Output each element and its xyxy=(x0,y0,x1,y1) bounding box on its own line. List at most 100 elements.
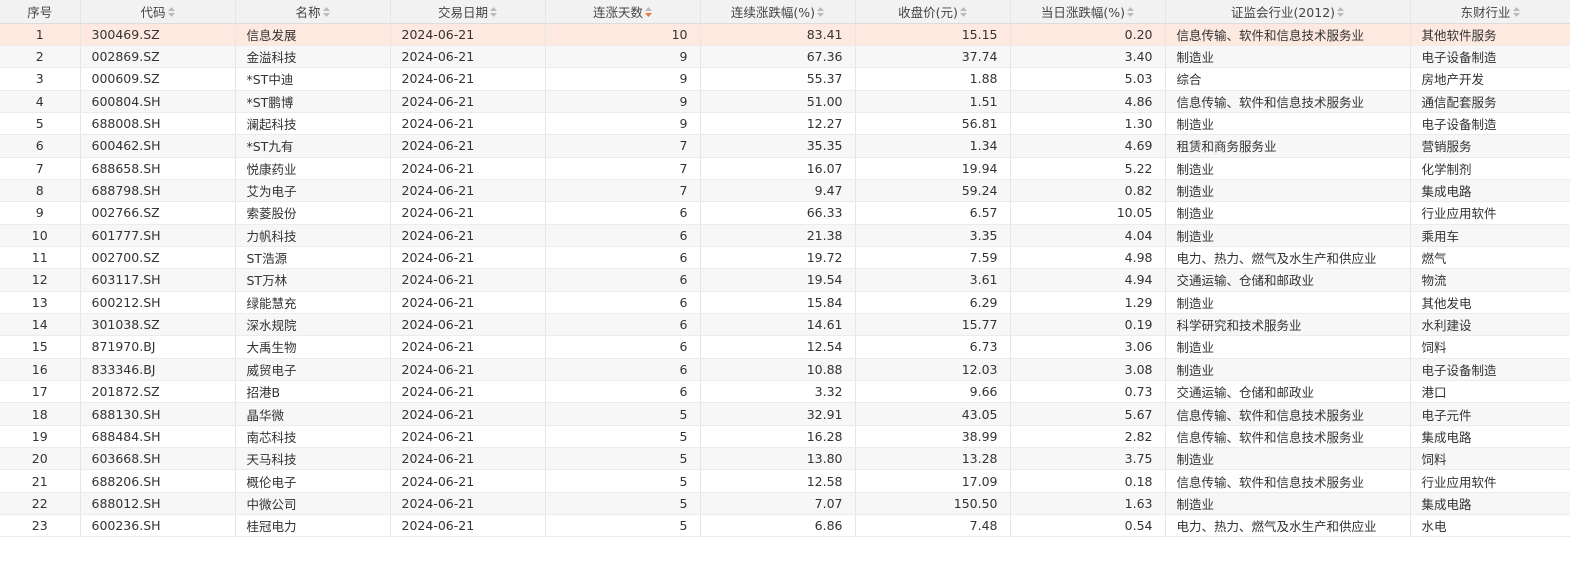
cell-cumulative-change: 9.47 xyxy=(700,179,856,203)
cell-close-price: 37.74 xyxy=(855,45,1011,69)
cell-code: 833346.BJ xyxy=(80,358,236,382)
table-row[interactable]: 16 833346.BJ 威贸电子 2024-06-21 6 10.88 12.03 3.08… xyxy=(0,358,1570,382)
cell-name: 中微公司 xyxy=(235,492,391,516)
cell-csrc-industry: 制造业 xyxy=(1165,112,1411,136)
cell-daily-change: 5.67 xyxy=(1010,402,1166,426)
cell-consecutive-days: 5 xyxy=(545,402,701,426)
cell-csrc-industry: 制造业 xyxy=(1165,335,1411,359)
sort-desc-icon[interactable] xyxy=(645,7,652,18)
cell-csrc-industry: 电力、热力、燃气及水生产和供应业 xyxy=(1165,246,1411,270)
cell-daily-change: 4.98 xyxy=(1010,246,1166,270)
cell-eastmoney-industry: 房地产开发 xyxy=(1410,67,1570,91)
cell-code: 688658.SH xyxy=(80,157,236,180)
cell-daily-change: 0.18 xyxy=(1010,469,1166,493)
cell-name: 南芯科技 xyxy=(235,425,391,449)
cell-cumulative-change: 3.32 xyxy=(700,380,856,404)
cell-index: 22 xyxy=(0,492,81,516)
sort-icon[interactable] xyxy=(1127,7,1135,18)
cell-close-price: 1.51 xyxy=(855,90,1011,113)
cell-index: 17 xyxy=(0,380,81,404)
cell-consecutive-days: 6 xyxy=(545,224,701,247)
cell-eastmoney-industry: 电子设备制造 xyxy=(1410,358,1570,382)
cell-daily-change: 5.22 xyxy=(1010,157,1166,180)
cell-cumulative-change: 14.61 xyxy=(700,313,856,337)
column-header-label: 名称 xyxy=(295,4,321,20)
column-header-consecutive-days[interactable]: 连涨天数 xyxy=(545,0,701,24)
table-row[interactable]: 7 688658.SH 悦康药业 2024-06-21 7 16.07 19.94 5.22 制… xyxy=(0,157,1570,180)
cell-eastmoney-industry: 电子元件 xyxy=(1410,402,1570,426)
cell-close-price: 3.35 xyxy=(855,224,1011,247)
cell-code: 688130.SH xyxy=(80,402,236,426)
column-header-eastmoney-industry[interactable]: 东财行业 xyxy=(1410,0,1570,24)
cell-name: 招港B xyxy=(235,380,391,404)
cell-cumulative-change: 12.58 xyxy=(700,469,856,493)
cell-csrc-industry: 制造业 xyxy=(1165,447,1411,471)
table-row[interactable]: 15 871970.BJ 大禹生物 2024-06-21 6 12.54 6.73 3.06 制… xyxy=(0,335,1570,359)
cell-cumulative-change: 55.37 xyxy=(700,67,856,91)
sort-icon[interactable] xyxy=(1337,7,1345,18)
cell-consecutive-days: 9 xyxy=(545,45,701,69)
sort-icon[interactable] xyxy=(959,7,967,18)
table-row[interactable]: 3 000609.SZ *ST中迪 2024-06-21 9 55.37 1.88 5.03 综… xyxy=(0,67,1570,91)
cell-index: 8 xyxy=(0,179,81,203)
table-row[interactable]: 18 688130.SH 晶华微 2024-06-21 5 32.91 43.05 5.67 信… xyxy=(0,402,1570,426)
cell-eastmoney-industry: 饲料 xyxy=(1410,335,1570,359)
table-row[interactable]: 17 201872.SZ 招港B 2024-06-21 6 3.32 9.66 0.73 交通运… xyxy=(0,380,1570,404)
cell-daily-change: 4.86 xyxy=(1010,90,1166,113)
cell-csrc-industry: 科学研究和技术服务业 xyxy=(1165,313,1411,337)
cell-cumulative-change: 83.41 xyxy=(700,23,856,46)
cell-code: 002766.SZ xyxy=(80,201,236,225)
cell-cumulative-change: 66.33 xyxy=(700,201,856,225)
table-row[interactable]: 8 688798.SH 艾为电子 2024-06-21 7 9.47 59.24 0.82 制造… xyxy=(0,179,1570,203)
column-header-cumulative-change[interactable]: 连续涨跌幅(%) xyxy=(700,0,856,24)
table-row[interactable]: 6 600462.SH *ST九有 2024-06-21 7 35.35 1.34 4.69 租… xyxy=(0,134,1570,158)
cell-name: 澜起科技 xyxy=(235,112,391,136)
cell-cumulative-change: 51.00 xyxy=(700,90,856,113)
table-row[interactable]: 2 002869.SZ 金溢科技 2024-06-21 9 67.36 37.74 3.40 制… xyxy=(0,45,1570,69)
cell-trade-date: 2024-06-21 xyxy=(390,201,546,225)
cell-index: 23 xyxy=(0,514,81,538)
cell-trade-date: 2024-06-21 xyxy=(390,402,546,426)
column-header-name[interactable]: 名称 xyxy=(235,0,391,24)
table-row[interactable]: 14 301038.SZ 深水规院 2024-06-21 6 14.61 15.77 0.19… xyxy=(0,313,1570,337)
column-header-code[interactable]: 代码 xyxy=(80,0,236,24)
table-row[interactable]: 23 600236.SH 桂冠电力 2024-06-21 5 6.86 7.48 0.54 电力… xyxy=(0,514,1570,538)
table-row[interactable]: 10 601777.SH 力帆科技 2024-06-21 6 21.38 3.35 4.04 制… xyxy=(0,224,1570,247)
cell-name: *ST鹏博 xyxy=(235,90,391,113)
cell-csrc-industry: 制造业 xyxy=(1165,358,1411,382)
cell-code: 201872.SZ xyxy=(80,380,236,404)
sort-icon[interactable] xyxy=(490,7,497,18)
cell-close-price: 59.24 xyxy=(855,179,1011,203)
table-row[interactable]: 13 600212.SH 绿能慧充 2024-06-21 6 15.84 6.29 1.29 制… xyxy=(0,291,1570,314)
cell-eastmoney-industry: 其他软件服务 xyxy=(1410,23,1570,46)
sort-icon[interactable] xyxy=(1512,7,1520,18)
table-row[interactable]: 12 603117.SH ST万林 2024-06-21 6 19.54 3.61 4.94 交… xyxy=(0,268,1570,292)
table-row[interactable]: 19 688484.SH 南芯科技 2024-06-21 5 16.28 38.99 2.82… xyxy=(0,425,1570,449)
table-row[interactable]: 11 002700.SZ ST浩源 2024-06-21 6 19.72 7.59 4.98 电… xyxy=(0,246,1570,270)
cell-name: 威贸电子 xyxy=(235,358,391,382)
table-row[interactable]: 9 002766.SZ 索菱股份 2024-06-21 6 66.33 6.57 10.05 制… xyxy=(0,201,1570,225)
column-header-daily-change[interactable]: 当日涨跌幅(%) xyxy=(1010,0,1166,24)
cell-code: 000609.SZ xyxy=(80,67,236,91)
cell-cumulative-change: 15.84 xyxy=(700,291,856,314)
table-row[interactable]: 5 688008.SH 澜起科技 2024-06-21 9 12.27 56.81 1.30 制… xyxy=(0,112,1570,136)
cell-trade-date: 2024-06-21 xyxy=(390,469,546,493)
table-header: 序号 代码 名称 交易日期 连涨天数 连续涨跌幅(%) 收盘价(元) 当日涨跌幅(%) 证监会行… xyxy=(0,0,1570,24)
table-row[interactable]: 21 688206.SH 概伦电子 2024-06-21 5 12.58 17.09 0.18… xyxy=(0,469,1570,493)
sort-icon[interactable] xyxy=(322,7,330,18)
table-row[interactable]: 20 603668.SH 天马科技 2024-06-21 5 13.80 13.28 3.75… xyxy=(0,447,1570,471)
table-row[interactable]: 22 688012.SH 中微公司 2024-06-21 5 7.07 150.50 1.63… xyxy=(0,492,1570,516)
sort-icon[interactable] xyxy=(167,7,175,18)
cell-eastmoney-industry: 通信配套服务 xyxy=(1410,90,1570,113)
cell-cumulative-change: 67.36 xyxy=(700,45,856,69)
column-header-close-price[interactable]: 收盘价(元) xyxy=(855,0,1011,24)
column-header-csrc-industry[interactable]: 证监会行业(2012) xyxy=(1165,0,1411,24)
table-row[interactable]: 4 600804.SH *ST鹏博 2024-06-21 9 51.00 1.51 4.86 信… xyxy=(0,90,1570,113)
cell-daily-change: 1.29 xyxy=(1010,291,1166,314)
cell-eastmoney-industry: 物流 xyxy=(1410,268,1570,292)
sort-icon[interactable] xyxy=(817,7,825,18)
table-row[interactable]: 1 300469.SZ 信息发展 2024-06-21 10 83.41 15.15 0.20… xyxy=(0,23,1570,46)
cell-code: 300469.SZ xyxy=(80,23,236,46)
column-header-trade-date[interactable]: 交易日期 xyxy=(390,0,546,24)
cell-eastmoney-industry: 行业应用软件 xyxy=(1410,469,1570,493)
